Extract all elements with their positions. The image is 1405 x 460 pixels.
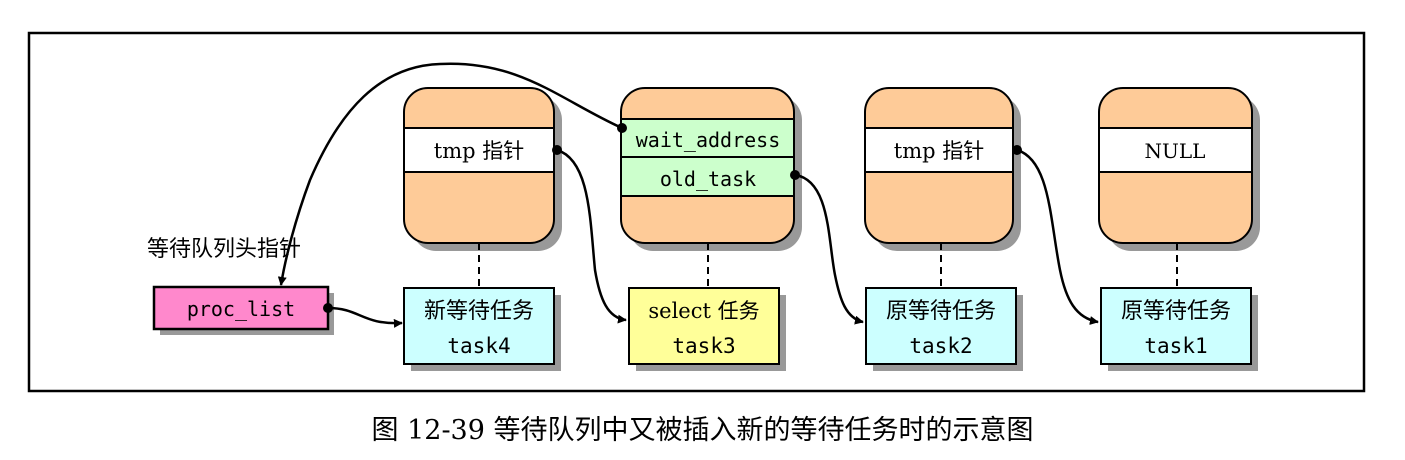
wait-queue-diagram: tmp 指针 wait_address old_task tmp 指针 NULL… (27, 31, 1366, 393)
arrow-task4-tmp (556, 148, 627, 324)
stack-field-label: wait_address (636, 128, 781, 152)
task-line1: 原等待任务 (1121, 299, 1231, 324)
task-box-task2: 原等待任务 task2 (865, 287, 1023, 371)
task-line2: task3 (672, 334, 735, 358)
proc-list-pointer: proc_list (152, 285, 334, 335)
task-line1: 原等待任务 (886, 299, 996, 324)
stack-field-label: tmp 指针 (434, 139, 524, 163)
task-line2: task4 (447, 334, 510, 358)
stack-field-label: NULL (1145, 139, 1206, 163)
task-line2: task1 (1144, 334, 1207, 358)
task-line1: select 任务 (648, 299, 759, 323)
kernel-stack-task4: tmp 指针 (403, 87, 562, 251)
stack-field-label: tmp 指针 (894, 139, 984, 163)
arrow-task2-tmp (1016, 148, 1099, 325)
task-box-task3: select 任务 task3 (628, 287, 786, 371)
kernel-stack-task1: NULL (1098, 87, 1260, 251)
figure-caption: 图 12-39 等待队列中又被插入新的等待任务时的示意图 (371, 415, 1034, 446)
task-box-task1: 原等待任务 task1 (1100, 287, 1258, 371)
kernel-stack-task3: wait_address old_task (620, 87, 802, 251)
stack-task-connectors (478, 243, 1178, 287)
arrow-old-task (794, 173, 864, 325)
kernel-stack-task2: tmp 指针 (864, 87, 1021, 251)
head-label: 等待队列头指针 (147, 237, 301, 262)
task-line2: task2 (909, 334, 972, 358)
arrow-proc-list (327, 306, 403, 328)
stack-field-label: old_task (660, 167, 756, 191)
task-box-task4: 新等待任务 task4 (403, 287, 561, 371)
proc-list-label: proc_list (187, 297, 295, 321)
task-line1: 新等待任务 (424, 299, 534, 324)
